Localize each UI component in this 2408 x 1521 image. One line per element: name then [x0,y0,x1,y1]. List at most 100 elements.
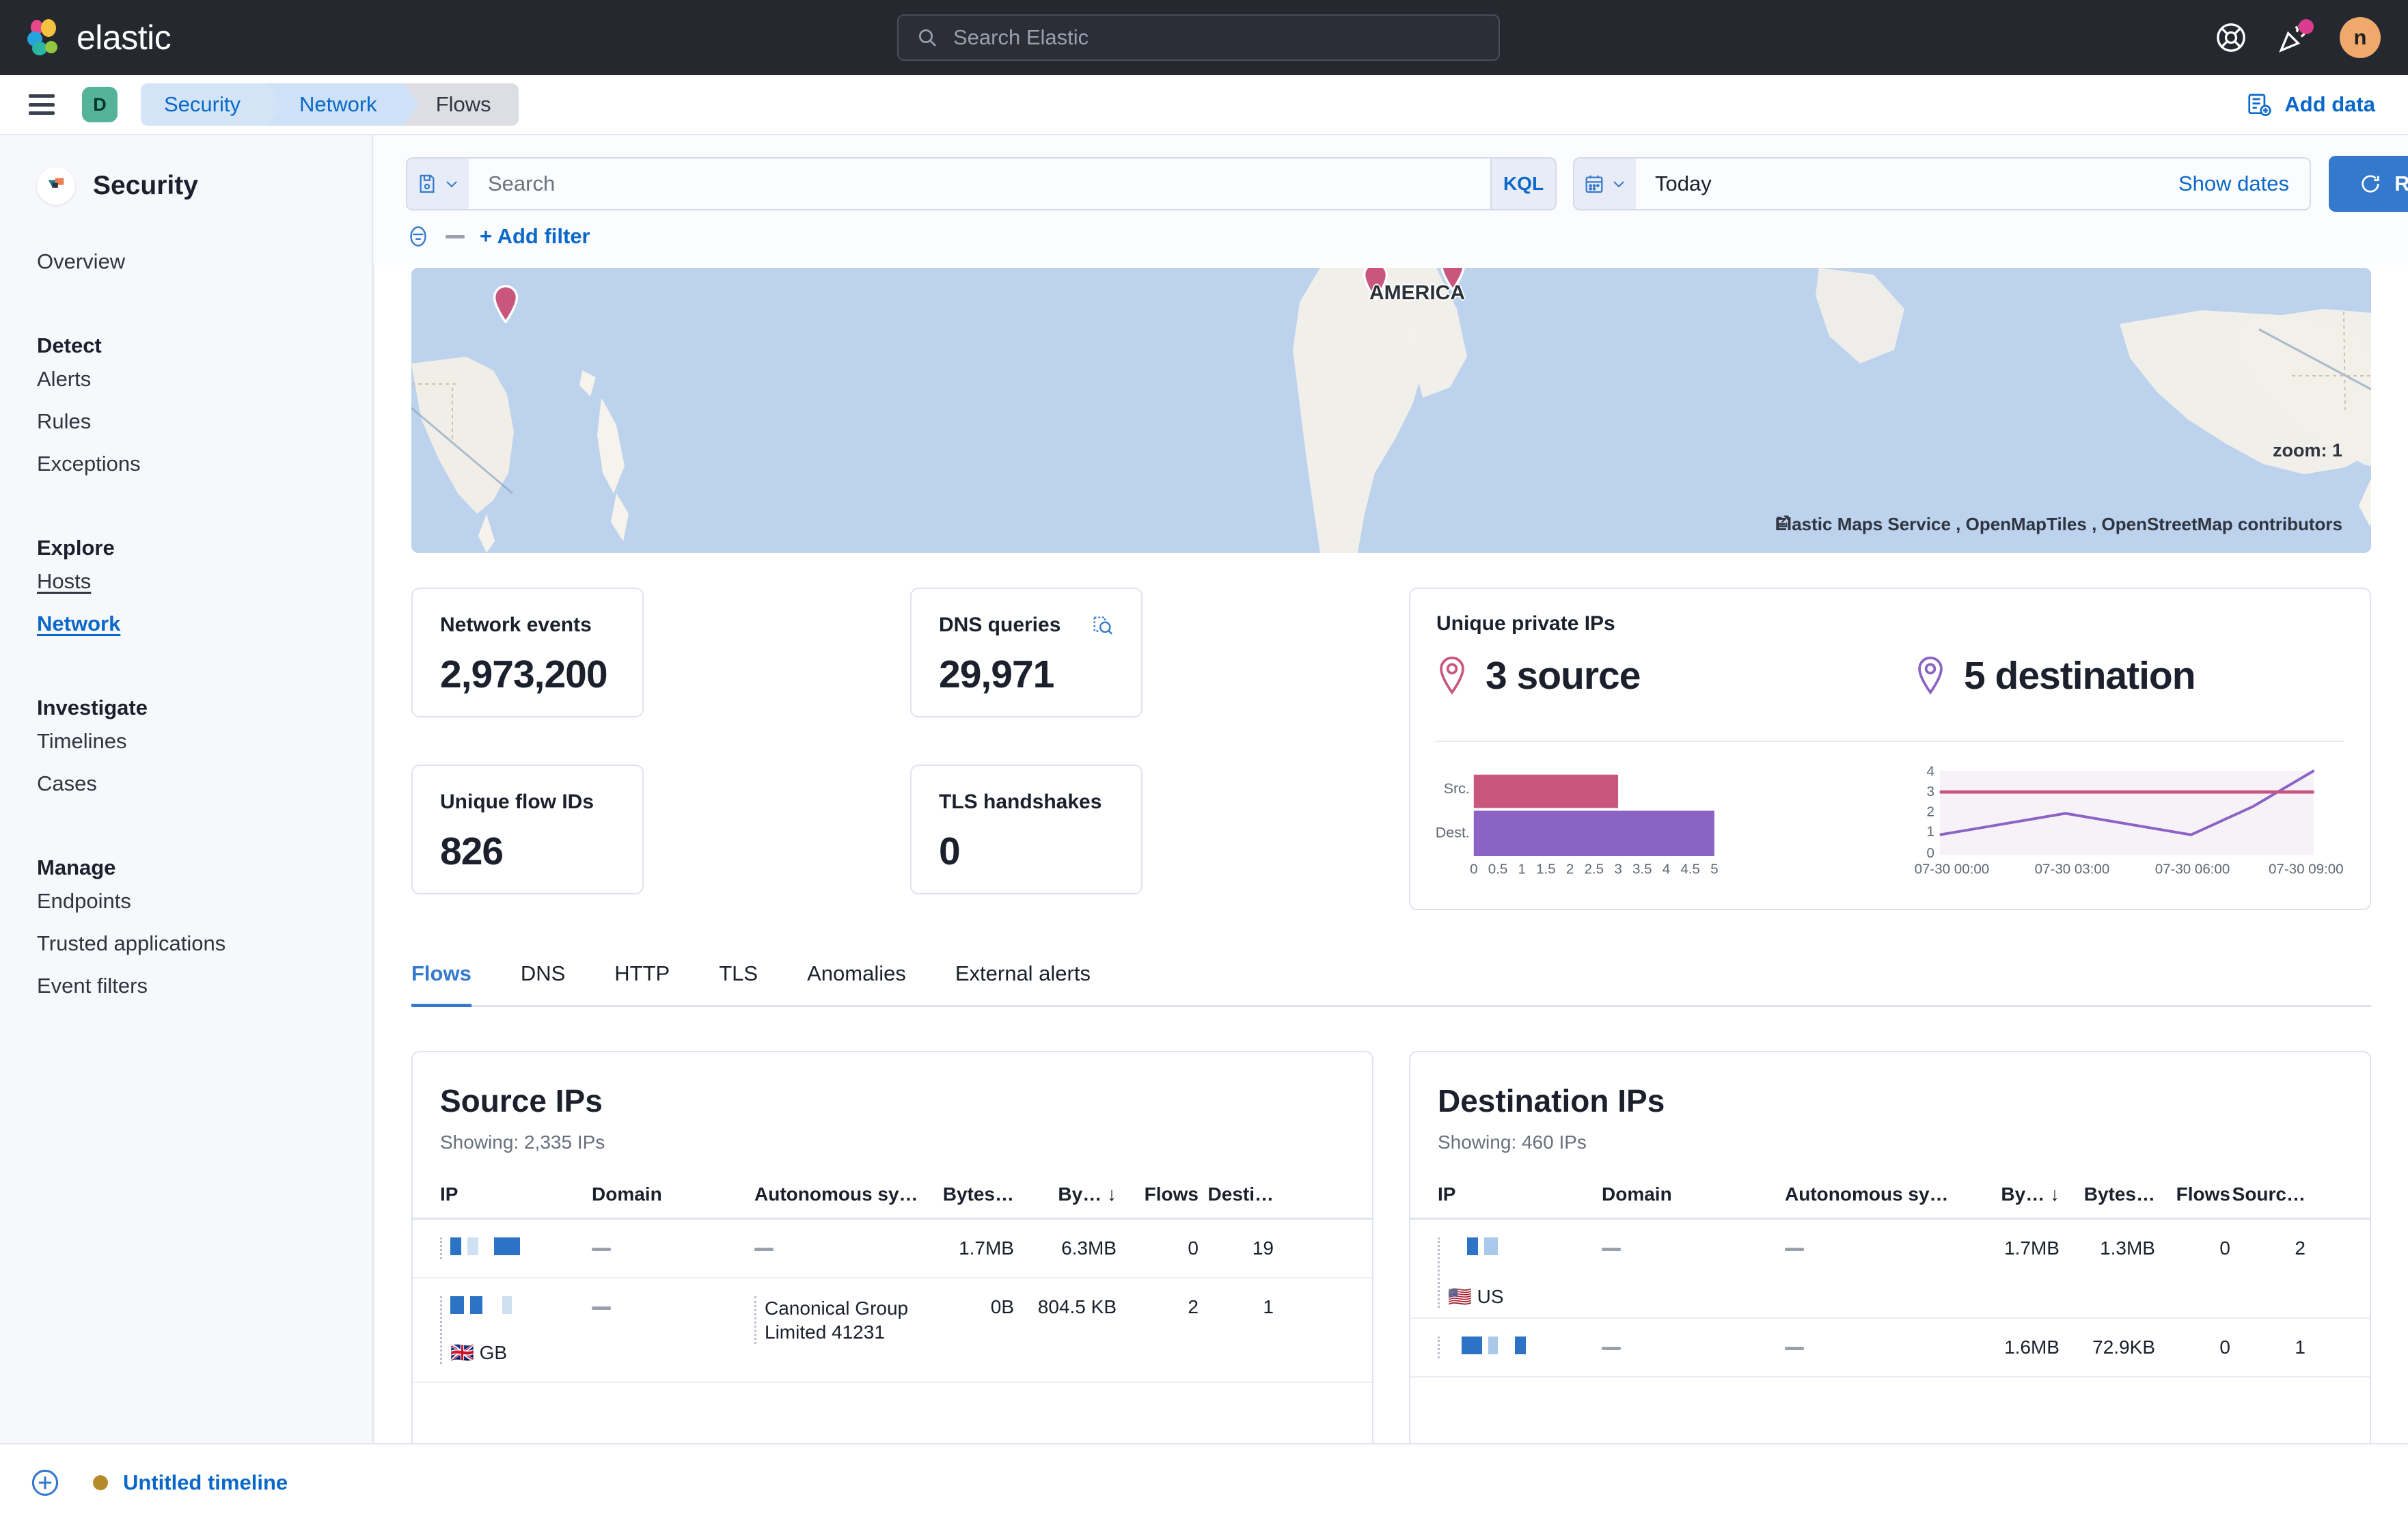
add-data-button[interactable]: Add data [2246,92,2375,118]
search-placeholder: Search [488,172,556,195]
elastic-brand[interactable]: elastic [25,18,172,57]
private-ips-line-chart[interactable]: 4 3 2 1 0 07-30 00:00 07-30 03:00 07-30 … [1902,761,2344,891]
sidebar-item-overview[interactable]: Overview [0,241,372,283]
column-header-asn[interactable]: Autonomous sy… [1785,1183,1964,1205]
menu-toggle-icon[interactable] [29,94,55,115]
global-search-input[interactable]: Search Elastic [897,14,1500,61]
line-ytick-2: 2 [1927,804,1934,819]
tab-tls[interactable]: TLS [694,942,782,1005]
breadcrumb-bar: D Security Network Flows Add data [0,75,2408,135]
breadcrumb-item-flows: Flows [404,83,519,126]
lifebuoy-icon[interactable] [2214,20,2248,55]
show-dates-button[interactable]: Show dates [2178,172,2289,196]
column-header-dest[interactable]: Desti… [1199,1183,1274,1205]
cell-bytes-in: 1.7MB [959,1237,1014,1259]
attribution-openmaptiles[interactable]: OpenMapTiles [1966,514,2087,534]
timeline-name[interactable]: Untitled timeline [123,1470,288,1495]
sidebar-item-hosts[interactable]: Hosts [0,560,372,603]
column-header-bytes-out[interactable]: By… ↓ [1014,1183,1117,1205]
stat-value: 2,973,200 [440,653,608,696]
cell-source: 1 [2295,1337,2306,1358]
breadcrumb-item-security[interactable]: Security [141,83,282,126]
inspect-icon[interactable] [1091,614,1114,637]
table-row[interactable]: 1.6MB 72.9KB 0 1 [1410,1319,2370,1378]
line-ytick-3: 3 [1927,784,1934,799]
sidebar-item-trusted-applications[interactable]: Trusted applications [0,922,372,965]
table-row[interactable]: 🇺🇸 US 1.7MB 1.3MB 0 2 [1410,1220,2370,1319]
svg-text:0: 0 [1470,861,1477,877]
space-badge[interactable]: D [82,87,118,122]
cell-ip[interactable] [440,1237,592,1259]
filter-dash-icon [446,234,465,238]
date-range-field[interactable]: Today Show dates [1636,157,2311,210]
private-ips-bar-chart[interactable]: Src. Dest. 0 0.5 1 1.5 2 2.5 3 3.5 4 4.5 5 [1436,761,1850,891]
sidebar-item-timelines[interactable]: Timelines [0,720,372,763]
party-popper-icon[interactable] [2277,19,2314,55]
sidebar-item-rules[interactable]: Rules [0,400,372,443]
table-row[interactable]: 🇬🇧 GB Canonical Group Limited 41231 0B 8… [413,1278,1372,1383]
cell-ip[interactable] [1438,1337,1602,1358]
map-pin[interactable] [491,285,520,323]
line-ytick-4: 4 [1927,764,1934,780]
cell-bytes-out: 804.5 KB [1037,1296,1117,1317]
cell-ip[interactable]: 🇺🇸 US [1438,1237,1602,1308]
tab-anomalies[interactable]: Anomalies [782,942,931,1005]
column-header-bytes-out[interactable]: Bytes… [2060,1183,2155,1205]
map-marker-icon [1440,656,1464,695]
column-header-bytes-in[interactable]: Bytes… [925,1183,1014,1205]
stat-card-network-events: Network events 2,973,200 [411,588,644,717]
stat-value: 0 [939,830,961,873]
query-controls: Search KQL Today Show dates R [406,156,2408,212]
sidebar-nav: Overview Detect Alerts Rules Exceptions Explo… [0,241,372,1007]
column-header-source[interactable]: Sourc… [2230,1183,2306,1205]
column-header-asn[interactable]: Autonomous sy… [754,1183,925,1205]
column-header-flows[interactable]: Flows [1117,1183,1199,1205]
column-header-ip[interactable]: IP [440,1183,592,1205]
column-header-ip[interactable]: IP [1438,1183,1602,1205]
breadcrumb: Security Network Flows [141,83,519,126]
table-row[interactable]: 1.7MB 6.3MB 0 19 [413,1220,1372,1278]
date-quick-menu-button[interactable] [1573,157,1636,210]
cell-source: 2 [2295,1237,2306,1259]
column-header-domain[interactable]: Domain [592,1183,754,1205]
column-header-domain[interactable]: Domain [1602,1183,1785,1205]
tab-dns[interactable]: DNS [496,942,590,1005]
card-divider [1436,741,2344,742]
search-icon [919,29,936,46]
add-filter-button[interactable]: + Add filter [480,224,590,249]
private-ips-destination-value: 5 destination [1964,654,2196,698]
svg-text:3.5: 3.5 [1632,861,1652,877]
svg-text:1.5: 1.5 [1536,861,1556,877]
embedded-map[interactable]: AMERICA zoom: 1 Elastic Maps Service , O… [411,268,2371,553]
search-input[interactable]: Search [469,157,1492,210]
query-language-button[interactable]: KQL [1492,157,1557,210]
sidebar-item-exceptions[interactable]: Exceptions [0,443,372,485]
refresh-button[interactable]: Refresh [2329,156,2408,212]
cell-ip[interactable]: 🇬🇧 GB [440,1296,592,1364]
refresh-label: Refresh [2394,172,2408,195]
attribution-elastic-maps[interactable]: Elastic Maps Service [1775,514,1951,534]
redacted-ip-bars [450,1296,592,1314]
sidebar-item-network[interactable]: Network [0,603,372,645]
tab-external-alerts[interactable]: External alerts [931,942,1115,1005]
attribution-openstreetmap[interactable]: OpenStreetMap contributors [2102,514,2342,534]
cell-dest: 19 [1252,1237,1274,1259]
saved-query-button[interactable] [406,157,469,210]
page-title: Security [93,171,198,200]
sidebar-item-endpoints[interactable]: Endpoints [0,880,372,922]
sidebar-item-cases[interactable]: Cases [0,763,372,805]
sidebar-item-event-filters[interactable]: Event filters [0,965,372,1007]
filter-icon[interactable] [406,224,430,249]
column-header-flows[interactable]: Flows [2155,1183,2230,1205]
plus-circle-icon[interactable] [30,1468,60,1498]
tab-http[interactable]: HTTP [590,942,694,1005]
avatar[interactable]: n [2340,17,2381,58]
private-ips-destination: 5 destination [1915,653,2196,698]
svg-text:0.5: 0.5 [1488,861,1508,877]
tab-flows[interactable]: Flows [411,942,496,1007]
breadcrumb-item-network[interactable]: Network [267,83,419,126]
column-header-bytes-in[interactable]: By… ↓ [1964,1183,2060,1205]
elastic-logo-icon [25,18,63,57]
sidebar-item-alerts[interactable]: Alerts [0,358,372,400]
destination-ips-showing: Showing: 460 IPs [1438,1132,1587,1153]
